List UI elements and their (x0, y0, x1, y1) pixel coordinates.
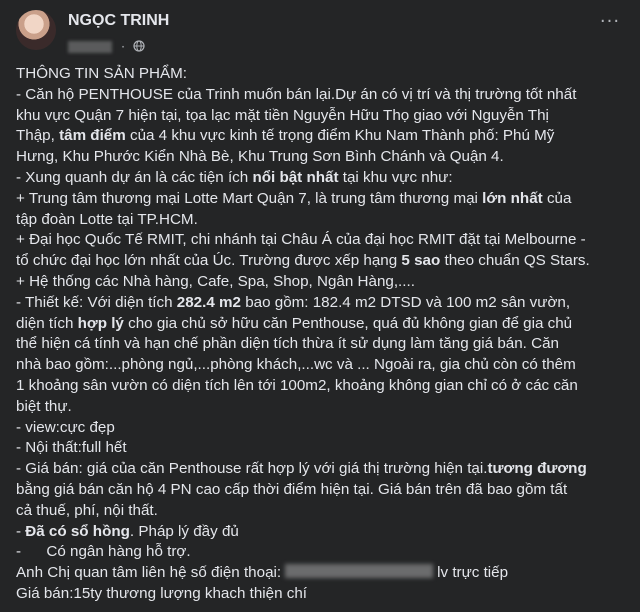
text-segment: của 4 khu vực kinh tế trọng điểm Khu Nam… (125, 127, 555, 145)
bold-text: tương đương (487, 460, 587, 478)
post-text-line: + Trung tâm thương mại Lotte Mart Quận 7… (16, 189, 628, 210)
text-segment: lv trực tiếp (437, 564, 509, 582)
facebook-post: NGỌC TRINH · ··· THÔNG TIN SẢN PHẨM: - Că… (0, 0, 640, 612)
blurred-timestamp[interactable] (68, 40, 112, 53)
post-header: NGỌC TRINH · ··· (0, 0, 640, 60)
post-text-line: bằng giá bán căn hộ 4 PN cao cấp thời đi… (16, 480, 628, 501)
blurred-phone-number (285, 564, 434, 579)
text-segment: tổ chức đại học lớn nhất của Úc. Trường … (16, 252, 402, 270)
text-segment: - (16, 522, 26, 540)
text-segment: nhà bao gồm:...phòng ngủ,...phòng khách,… (16, 356, 576, 374)
post-text-line: Anh Chị quan tâm liên hệ số điện thoại: l… (16, 563, 628, 584)
post-text-line: - Nội thất:full hết (16, 438, 628, 459)
post-text-line: THÔNG TIN SẢN PHẨM: (16, 64, 628, 85)
post-text-line: + Đại học Quốc Tế RMIT, chi nhánh tại Ch… (16, 230, 628, 251)
avatar[interactable] (16, 10, 56, 50)
post-text-line: + Hệ thống các Nhà hàng, Cafe, Spa, Shop… (16, 272, 628, 293)
bold-text: hợp lý (77, 314, 124, 332)
post-text-line: khu vực Quận 7 hiện tại, tọa lạc mặt tiề… (16, 106, 628, 127)
bold-text: tâm điểm (59, 127, 126, 145)
text-segment: + Hệ thống các Nhà hàng, Cafe, Spa, Shop… (16, 272, 415, 290)
text-segment: - Thiết kế: Với diện tích (16, 293, 177, 311)
text-segment: bằng giá bán căn hộ 4 PN cao cấp thời đi… (16, 480, 568, 498)
text-segment: Hưng, Khu Phước Kiển Nhà Bè, Khu Trung S… (16, 148, 504, 166)
bold-text: Đã có sổ hồng (25, 522, 130, 540)
text-segment: cả thuế, phí, nội thất. (16, 501, 158, 519)
post-text-line: - Căn hộ PENTHOUSE của Trinh muốn bán lạ… (16, 85, 628, 106)
bold-text: 5 sao (401, 252, 441, 270)
text-segment: - Có ngân hàng hỗ trợ. (16, 543, 191, 561)
text-segment: khu vực Quận 7 hiện tại, tọa lạc mặt tiề… (16, 106, 549, 124)
post-text-line: tổ chức đại học lớn nhất của Úc. Trường … (16, 251, 628, 272)
bold-text: 282.4 m2 (176, 293, 241, 311)
text-segment: . Pháp lý đầy đủ (129, 522, 239, 540)
text-segment: + Đại học Quốc Tế RMIT, chi nhánh tại Ch… (16, 231, 586, 249)
post-text-line: - Xung quanh dự án là các tiện ích nổi b… (16, 168, 628, 189)
globe-icon[interactable] (133, 37, 145, 56)
post-text-line: diện tích hợp lý cho gia chủ sở hữu căn … (16, 314, 628, 335)
post-text-line: - Giá bán: giá của căn Penthouse rất hợp… (16, 459, 628, 480)
post-text-line: - view:cực đẹp (16, 418, 628, 439)
post-text-line: nhà bao gồm:...phòng ngủ,...phòng khách,… (16, 355, 628, 376)
text-segment: của (542, 189, 572, 207)
text-segment: cho gia chủ sở hữu căn Penthouse, quá đủ… (123, 314, 573, 332)
post-text-line: - Đã có sổ hồng. Pháp lý đầy đủ (16, 522, 628, 543)
text-segment: THÔNG TIN SẢN PHẨM: (16, 65, 188, 82)
post-text-line: - Có ngân hàng hỗ trợ. (16, 542, 628, 563)
text-segment: Anh Chị quan tâm liên hệ số điện thoại: (16, 564, 282, 582)
post-body: THÔNG TIN SẢN PHẨM: - Căn hộ PENTHOUSE củ… (16, 64, 628, 605)
post-text-line: Thập, tâm điểm của 4 khu vực kinh tế trọ… (16, 126, 628, 147)
post-text-line: biệt thự. (16, 397, 628, 418)
more-options-icon[interactable]: ··· (598, 12, 622, 32)
text-segment: Thập, (16, 127, 60, 145)
text-segment: biệt thự. (16, 397, 72, 415)
text-segment: - Xung quanh dự án là các tiện ích (16, 168, 253, 186)
text-segment: - view:cực đẹp (16, 418, 115, 436)
text-segment: - Căn hộ PENTHOUSE của Trinh muốn bán lạ… (16, 85, 577, 103)
bold-text: lớn nhất (482, 189, 543, 207)
post-text-line: thể hiện cá tính và hạn chế phần diện tí… (16, 334, 628, 355)
text-segment: thể hiện cá tính và hạn chế phần diện tí… (16, 335, 559, 353)
post-text-line: tập đoàn Lotte tại TP.HCM. (16, 210, 628, 231)
separator-dot: · (121, 39, 125, 54)
text-segment: tập đoàn Lotte tại TP.HCM. (16, 210, 198, 228)
text-segment: diện tích (16, 314, 78, 332)
post-text-line: cả thuế, phí, nội thất. (16, 501, 628, 522)
post-text-line: - Thiết kế: Với diện tích 282.4 m2 bao g… (16, 293, 628, 314)
text-segment: 1 khoảng sân vườn có diện tích lên tới 1… (16, 376, 578, 394)
post-text-line: Giá bán:15ty thương lượng khach thiện ch… (16, 584, 628, 605)
bold-text: nổi bật nhất (252, 168, 339, 186)
text-segment: Giá bán:15ty thương lượng khach thiện ch… (16, 584, 308, 602)
post-text-line: 1 khoảng sân vườn có diện tích lên tới 1… (16, 376, 628, 397)
text-segment: - Giá bán: giá của căn Penthouse rất hợp… (16, 460, 488, 478)
text-segment: bao gồm: 182.4 m2 DTSD và 100 m2 sân vườ… (240, 293, 571, 311)
author-name[interactable]: NGỌC TRINH (68, 12, 169, 30)
text-segment: theo chuẩn QS Stars. (440, 252, 590, 270)
post-meta: · (68, 36, 145, 54)
text-segment: tại khu vực như: (338, 168, 453, 186)
post-text-line: Hưng, Khu Phước Kiển Nhà Bè, Khu Trung S… (16, 147, 628, 168)
text-segment: - Nội thất:full hết (16, 439, 127, 457)
text-segment: + Trung tâm thương mại Lotte Mart Quận 7… (16, 189, 483, 207)
